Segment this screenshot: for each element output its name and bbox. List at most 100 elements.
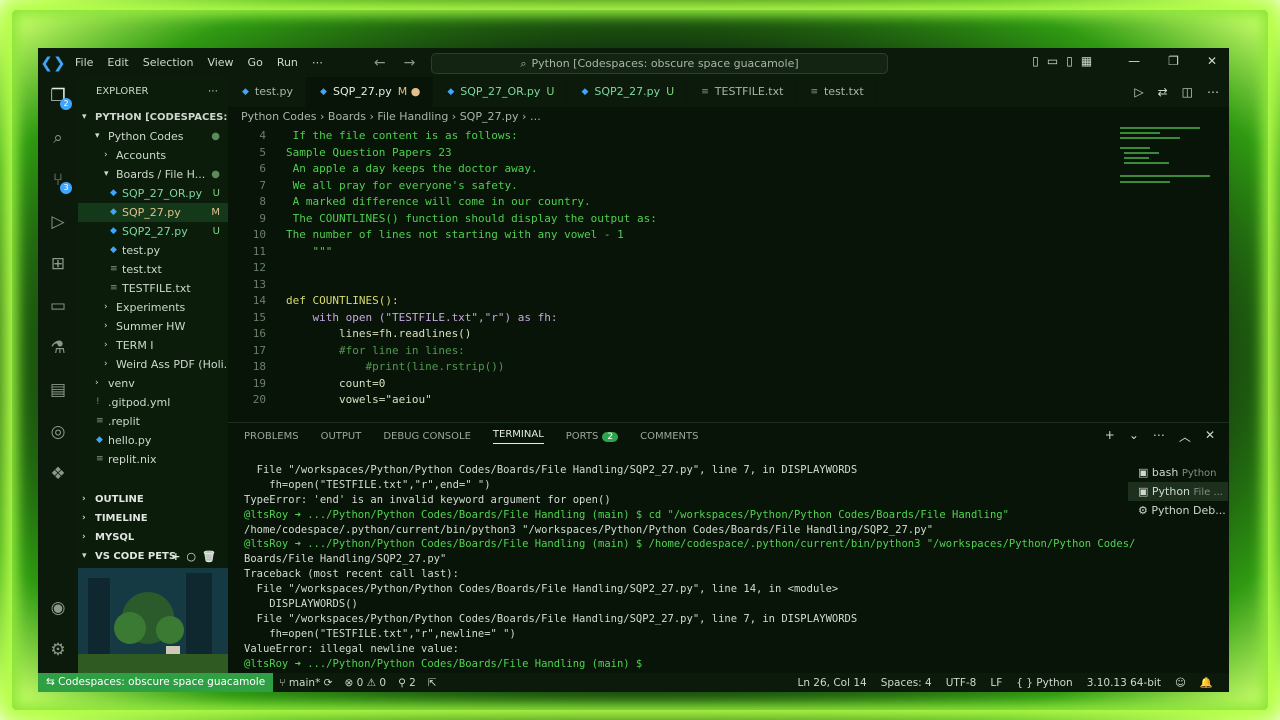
tab-sqp-27[interactable]: ◆ SQP_27.py M ● (306, 77, 434, 107)
terminal-line: File "/workspaces/Python/Python Codes/Bo… (244, 464, 858, 476)
breadcrumb[interactable]: Python Codes › Boards › File Handling › … (241, 107, 541, 127)
terminal-item-python[interactable]: ▣ Python File ... (1128, 482, 1228, 501)
ports-indicator[interactable]: ⚲ 2 (392, 677, 422, 689)
folder-accounts[interactable]: › Accounts (78, 146, 228, 165)
new-terminal-icon[interactable]: + (1105, 428, 1115, 445)
restore-icon[interactable]: ❐ (1168, 54, 1179, 68)
folder-weird-pdf[interactable]: › Weird Ass PDF (Holi... (78, 355, 228, 374)
code-editor[interactable]: 4 If the file content is as follows: 5 Sa… (228, 127, 1148, 417)
terminal-item-python-debug[interactable]: ⚙ Python Deb... (1128, 501, 1228, 520)
tab-test-txt[interactable]: ≡ test.txt (796, 77, 877, 107)
search-icon[interactable]: ⌕ (47, 127, 69, 149)
workspace-root[interactable]: ▾PYTHON [CODESPACES: O... (78, 108, 228, 127)
folder-summer-hw[interactable]: › Summer HW (78, 317, 228, 336)
tab-sqp-27-or[interactable]: ◆ SQP_27_OR.py U (433, 77, 568, 107)
file-replit-nix[interactable]: ≡ replit.nix (78, 450, 228, 469)
menu-file[interactable]: File (68, 56, 100, 69)
file-sqp-27-or[interactable]: ◆ SQP_27_OR.py U (78, 184, 228, 203)
tab-sqp2-27[interactable]: ◆ SQP2_27.py U (567, 77, 688, 107)
tab-testfile-txt[interactable]: ≡ TESTFILE.txt (687, 77, 797, 107)
tab-test-py[interactable]: ◆ test.py (228, 77, 307, 107)
close-panel-icon[interactable]: ✕ (1205, 428, 1215, 445)
more-actions-icon[interactable]: ⋯ (208, 86, 218, 97)
terminal-dropdown-icon[interactable]: ⌄ (1129, 428, 1139, 445)
layout-icons[interactable]: ▯▭▯▦ (1032, 54, 1100, 68)
live-share-icon[interactable]: ⇱ (422, 677, 443, 689)
branch-indicator[interactable]: ⑂ main* ⟳ (273, 677, 338, 689)
folder-term-i[interactable]: › TERM I (78, 336, 228, 355)
terminal-item-bash[interactable]: ▣ bash Python (1128, 463, 1228, 482)
menu-run[interactable]: Run (270, 56, 305, 69)
minimize-icon[interactable]: — (1128, 54, 1140, 68)
tab-comments[interactable]: COMMENTS (640, 431, 698, 442)
file-testfile-txt[interactable]: ≡ TESTFILE.txt (78, 279, 228, 298)
encoding[interactable]: UTF-8 (940, 677, 983, 689)
cursor-position[interactable]: Ln 26, Col 14 (791, 677, 872, 689)
python-icon[interactable]: ❖ (47, 463, 69, 485)
terminal-line: @ltsRoy ➜ .../Python/Python Codes/Boards… (244, 657, 643, 670)
compare-icon[interactable]: ⇄ (1158, 85, 1168, 99)
section-mysql[interactable]: › MYSQL (78, 528, 228, 547)
folder-boards-file-handling[interactable]: ▾ Boards / File H... ● (78, 165, 228, 184)
remote-indicator[interactable]: ⇆ Codespaces: obscure space guacamole (38, 673, 274, 692)
forward-arrow-icon[interactable]: → (400, 55, 420, 71)
minimap[interactable] (1116, 127, 1216, 197)
folder-venv[interactable]: › venv (78, 374, 228, 393)
menu-selection[interactable]: Selection (136, 56, 201, 69)
terminal-panel-icon[interactable]: ▤ (47, 379, 69, 401)
section-outline[interactable]: › OUTLINE (78, 490, 228, 509)
file-sqp-27[interactable]: ◆ SQP_27.py M (78, 203, 228, 222)
python-interpreter[interactable]: 3.10.13 64-bit (1081, 677, 1167, 689)
tab-output[interactable]: OUTPUT (321, 431, 362, 442)
terminal-line: fh=open("TESTFILE.txt","r",newline=" ") (244, 627, 516, 640)
python-file-icon: ◆ (242, 87, 249, 97)
file-test-txt[interactable]: ≡ test.txt (78, 260, 228, 279)
terminal-line: TypeError: 'end' is an invalid keyword a… (244, 493, 611, 506)
account-icon[interactable]: ◉ (47, 597, 69, 619)
notifications-bell-icon[interactable]: 🔔 (1194, 676, 1219, 689)
file-replit[interactable]: ≡ .replit (78, 412, 228, 431)
feedback-icon[interactable]: ☺ (1169, 677, 1192, 689)
menu-more[interactable]: ⋯ (305, 56, 330, 69)
tab-problems[interactable]: PROBLEMS (244, 431, 299, 442)
tab-debug-console[interactable]: DEBUG CONSOLE (383, 431, 471, 442)
tab-ports[interactable]: PORTS 2 (566, 431, 619, 442)
settings-gear-icon[interactable]: ⚙ (47, 639, 69, 661)
folder-python-codes[interactable]: ▾ Python Codes ● (78, 127, 228, 146)
file-sqp2-27[interactable]: ◆ SQP2_27.py U (78, 222, 228, 241)
menu-go[interactable]: Go (241, 56, 270, 69)
remote-explorer-icon[interactable]: ▭ (47, 295, 69, 317)
panel-tabs: PROBLEMS OUTPUT DEBUG CONSOLE TERMINAL P… (244, 423, 698, 449)
end-of-line[interactable]: LF (984, 677, 1008, 689)
section-timeline[interactable]: › TIMELINE (78, 509, 228, 528)
close-icon[interactable]: ✕ (1207, 54, 1217, 68)
menu-edit[interactable]: Edit (100, 56, 135, 69)
back-arrow-icon[interactable]: ← (370, 55, 390, 71)
section-vs-code-pets[interactable]: ▾ VS CODE PETS +○🗑 (78, 547, 228, 566)
language-mode[interactable]: { } Python (1010, 677, 1078, 689)
menu-view[interactable]: View (200, 56, 240, 69)
testing-icon[interactable]: ⚗ (47, 337, 69, 359)
source-control-icon[interactable]: ⑂ 3 (47, 169, 72, 194)
run-file-icon[interactable]: ▷ (1134, 85, 1143, 99)
more-icon[interactable]: ⋯ (1153, 428, 1165, 445)
terminal-output[interactable]: File "/workspaces/Python/Python Codes/Bo… (244, 463, 1135, 671)
github-icon[interactable]: ◎ (47, 421, 69, 443)
remote-icon: ⇆ (46, 676, 59, 688)
extensions-icon[interactable]: ⊞ (47, 253, 69, 275)
file-hello-py[interactable]: ◆ hello.py (78, 431, 228, 450)
problems-indicator[interactable]: ⊗ 0 ⚠ 0 (338, 677, 392, 689)
file-test-py[interactable]: ◆ test.py (78, 241, 228, 260)
tab-terminal[interactable]: TERMINAL (492, 429, 544, 444)
folder-experiments[interactable]: › Experiments (78, 298, 228, 317)
pets-actions-icons[interactable]: +○🗑 (171, 547, 222, 566)
explorer-icon[interactable]: ❐ 2 (47, 85, 72, 110)
command-center-search[interactable]: ⌕ Python [Codespaces: obscure space guac… (431, 53, 888, 74)
maximize-panel-icon[interactable]: ︿ (1179, 428, 1191, 445)
split-editor-icon[interactable]: ◫ (1182, 85, 1193, 99)
more-icon[interactable]: ⋯ (1207, 85, 1219, 99)
file-gitpod-yml[interactable]: ! .gitpod.yml (78, 393, 228, 412)
terminal-list: ▣ bash Python ▣ Python File ... ⚙ Python… (1128, 463, 1228, 520)
indentation[interactable]: Spaces: 4 (875, 677, 938, 689)
run-debug-icon[interactable]: ▷ (47, 211, 69, 233)
